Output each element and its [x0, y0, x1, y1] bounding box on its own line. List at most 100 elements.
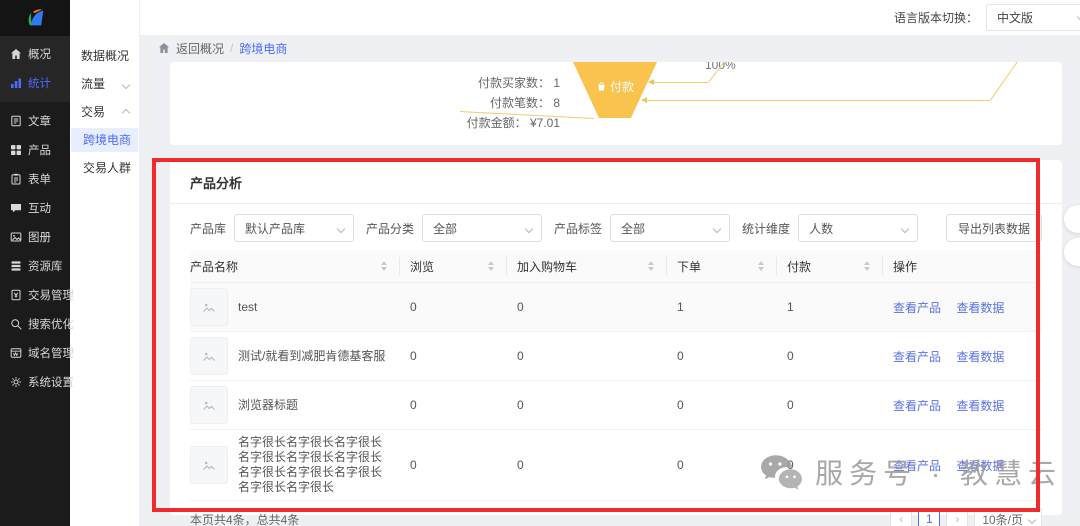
funnel-stats: 付款买家数： 1 付款笔数： 8 付款金额： ¥7.01 — [310, 73, 560, 133]
page-number-button[interactable]: 1 — [918, 508, 941, 526]
column-header-views[interactable]: 浏览 — [400, 257, 507, 275]
sidebar-item-form[interactable]: 表单 — [0, 164, 70, 193]
album-icon — [10, 231, 22, 243]
column-header-orders[interactable]: 下单 — [667, 257, 777, 275]
topbar: 语言版本切换： 中文版 — [70, 0, 1080, 35]
product-category-select[interactable]: 全部 — [422, 214, 543, 242]
sidebar-item-label: 产品 — [28, 144, 51, 157]
home-icon — [158, 42, 170, 54]
product-thumbnail — [190, 446, 228, 484]
orders-value: 0 — [677, 398, 684, 412]
payments-value: 0 — [787, 349, 794, 363]
product-analysis-card: 产品分析 产品库 默认产品库 产品分类 全部 产品标签 全部 统计维度 人数 导… — [170, 160, 1062, 526]
payments-value: 1 — [787, 300, 794, 314]
view-data-link[interactable]: 查看数据 — [956, 350, 1004, 364]
view-product-link[interactable]: 查看产品 — [893, 459, 941, 473]
table-row[interactable]: 浏览器标题 0 0 0 0 查看产品 查看数据 — [190, 381, 1042, 430]
sidebar-item-label: 域名管理 — [28, 347, 74, 360]
resource-icon — [10, 260, 22, 272]
submenu-item-label: 跨境电商 — [83, 133, 132, 147]
payments-value: 0 — [787, 398, 794, 412]
product-thumbnail — [190, 386, 228, 424]
view-product-link[interactable]: 查看产品 — [893, 399, 941, 413]
app-logo[interactable] — [0, 0, 70, 36]
submenu-item[interactable]: 交易 — [71, 100, 138, 124]
column-header-actions: 操作 — [893, 259, 918, 274]
view-product-link[interactable]: 查看产品 — [893, 350, 941, 364]
sidebar-item-label: 图册 — [28, 231, 51, 244]
view-product-link[interactable]: 查看产品 — [893, 301, 941, 315]
column-header-name[interactable]: 产品名称 — [190, 257, 400, 275]
sort-icon[interactable] — [648, 258, 654, 274]
payments-value: 0 — [787, 458, 794, 472]
pagination: ‹ 1 › 10条/页 — [890, 508, 1042, 526]
sidebar-item-label: 文章 — [28, 115, 51, 128]
filter-product-category: 产品分类 全部 — [366, 214, 543, 242]
sidebar-item-home[interactable]: 概况 — [0, 39, 70, 68]
sidebar-item-product[interactable]: 产品 — [0, 135, 70, 164]
page-size-select[interactable]: 10条/页 — [974, 508, 1042, 526]
sidebar-item-seo[interactable]: 搜索优化 — [0, 309, 74, 338]
view-data-link[interactable]: 查看数据 — [956, 301, 1004, 315]
cart-value: 0 — [517, 398, 524, 412]
submenu-item[interactable]: 流量 — [71, 72, 138, 96]
product-library-select[interactable]: 默认产品库 — [234, 214, 355, 242]
filter-stat-dimension: 统计维度 人数 — [742, 214, 919, 242]
column-header-cart[interactable]: 加入购物车 — [507, 257, 667, 275]
sidebar-item-album[interactable]: 图册 — [0, 222, 70, 251]
sidebar-item-label: 统计 — [28, 77, 51, 90]
submenu-item-label: 数据概况 — [81, 49, 130, 63]
sidebar-item-settings[interactable]: 系统设置 — [0, 367, 74, 396]
stat-dimension-select[interactable]: 人数 — [798, 214, 919, 242]
submenu-item[interactable]: 跨境电商 — [71, 128, 138, 152]
language-select[interactable]: 中文版 — [986, 4, 1080, 31]
sidebar-item-article[interactable]: 文章 — [0, 106, 70, 135]
funnel-stat-amount: 付款金额： ¥7.01 — [466, 116, 560, 130]
views-value: 0 — [410, 458, 417, 472]
chevron-down-icon — [524, 224, 534, 234]
table-header: 产品名称 浏览 加入购物车 下单 付款 操作 — [190, 250, 1042, 283]
prev-page-button[interactable]: ‹ — [890, 508, 913, 526]
table-row[interactable]: test 0 0 1 1 查看产品 查看数据 — [190, 283, 1042, 332]
funnel-stat-buyers: 付款买家数： 1 — [477, 76, 560, 90]
submenu-item-label: 流量 — [81, 77, 106, 91]
submenu-item[interactable]: 交易人群 — [71, 156, 138, 180]
submenu-item[interactable]: 数据概况 — [71, 44, 138, 68]
sidebar-item-resource[interactable]: 资源库 — [0, 251, 70, 280]
app-root: 概况统计 文章产品表单 互动图册资源库 交易管理 搜索优化域名管理系统设置 数据概况流… — [0, 0, 1080, 526]
cart-value: 0 — [517, 300, 524, 314]
sidebar-item-trade[interactable]: 交易管理 — [0, 280, 74, 309]
sort-icon[interactable] — [488, 258, 494, 274]
product-thumbnail — [190, 337, 228, 375]
table-row[interactable]: 测试/就看到减肥肯德基客服 0 0 0 0 查看产品 查看数据 — [190, 332, 1042, 381]
breadcrumb-back[interactable]: 返回概况 — [176, 40, 224, 57]
payment-funnel-card: 付款买家数： 1 付款笔数： 8 付款金额： ¥7.01 付款 100% — [170, 62, 1062, 145]
sidebar-item-domain[interactable]: 域名管理 — [0, 338, 74, 367]
column-header-payments[interactable]: 付款 — [777, 257, 883, 275]
product-name: test — [238, 299, 258, 314]
product-tag-select[interactable]: 全部 — [610, 214, 731, 242]
filter-product-library: 产品库 默认产品库 — [190, 214, 355, 242]
sort-icon[interactable] — [381, 258, 387, 274]
interact-icon — [10, 202, 22, 214]
table-footer: 本页共4条，总共4条 ‹ 1 › 10条/页 — [170, 501, 1062, 526]
sort-icon[interactable] — [864, 258, 870, 274]
sidebar-item-chart[interactable]: 统计 — [0, 68, 70, 97]
submenu-item-label: 交易人群 — [83, 161, 132, 175]
sort-icon[interactable] — [758, 258, 764, 274]
sidebar-item-interact[interactable]: 互动 — [0, 193, 70, 222]
funnel-stat-count: 付款笔数： 8 — [489, 96, 560, 110]
table-row[interactable]: 名字很长名字很长名字很长名字很长名字很长名字很长名字很长名字很长名字很长名字很长… — [190, 430, 1042, 501]
logo-icon — [28, 9, 44, 26]
view-data-link[interactable]: 查看数据 — [956, 399, 1004, 413]
export-list-button[interactable]: 导出列表数据 — [945, 214, 1042, 242]
product-name: 浏览器标题 — [238, 397, 299, 412]
views-value: 0 — [410, 300, 417, 314]
next-page-button[interactable]: › — [946, 508, 969, 526]
sidebar-item-label: 概况 — [28, 48, 51, 61]
row-count-summary: 本页共4条，总共4条 — [190, 512, 300, 526]
view-data-link[interactable]: 查看数据 — [956, 459, 1004, 473]
breadcrumb-current: 跨境电商 — [239, 41, 288, 56]
domain-icon — [10, 347, 22, 359]
article-icon — [10, 115, 22, 127]
